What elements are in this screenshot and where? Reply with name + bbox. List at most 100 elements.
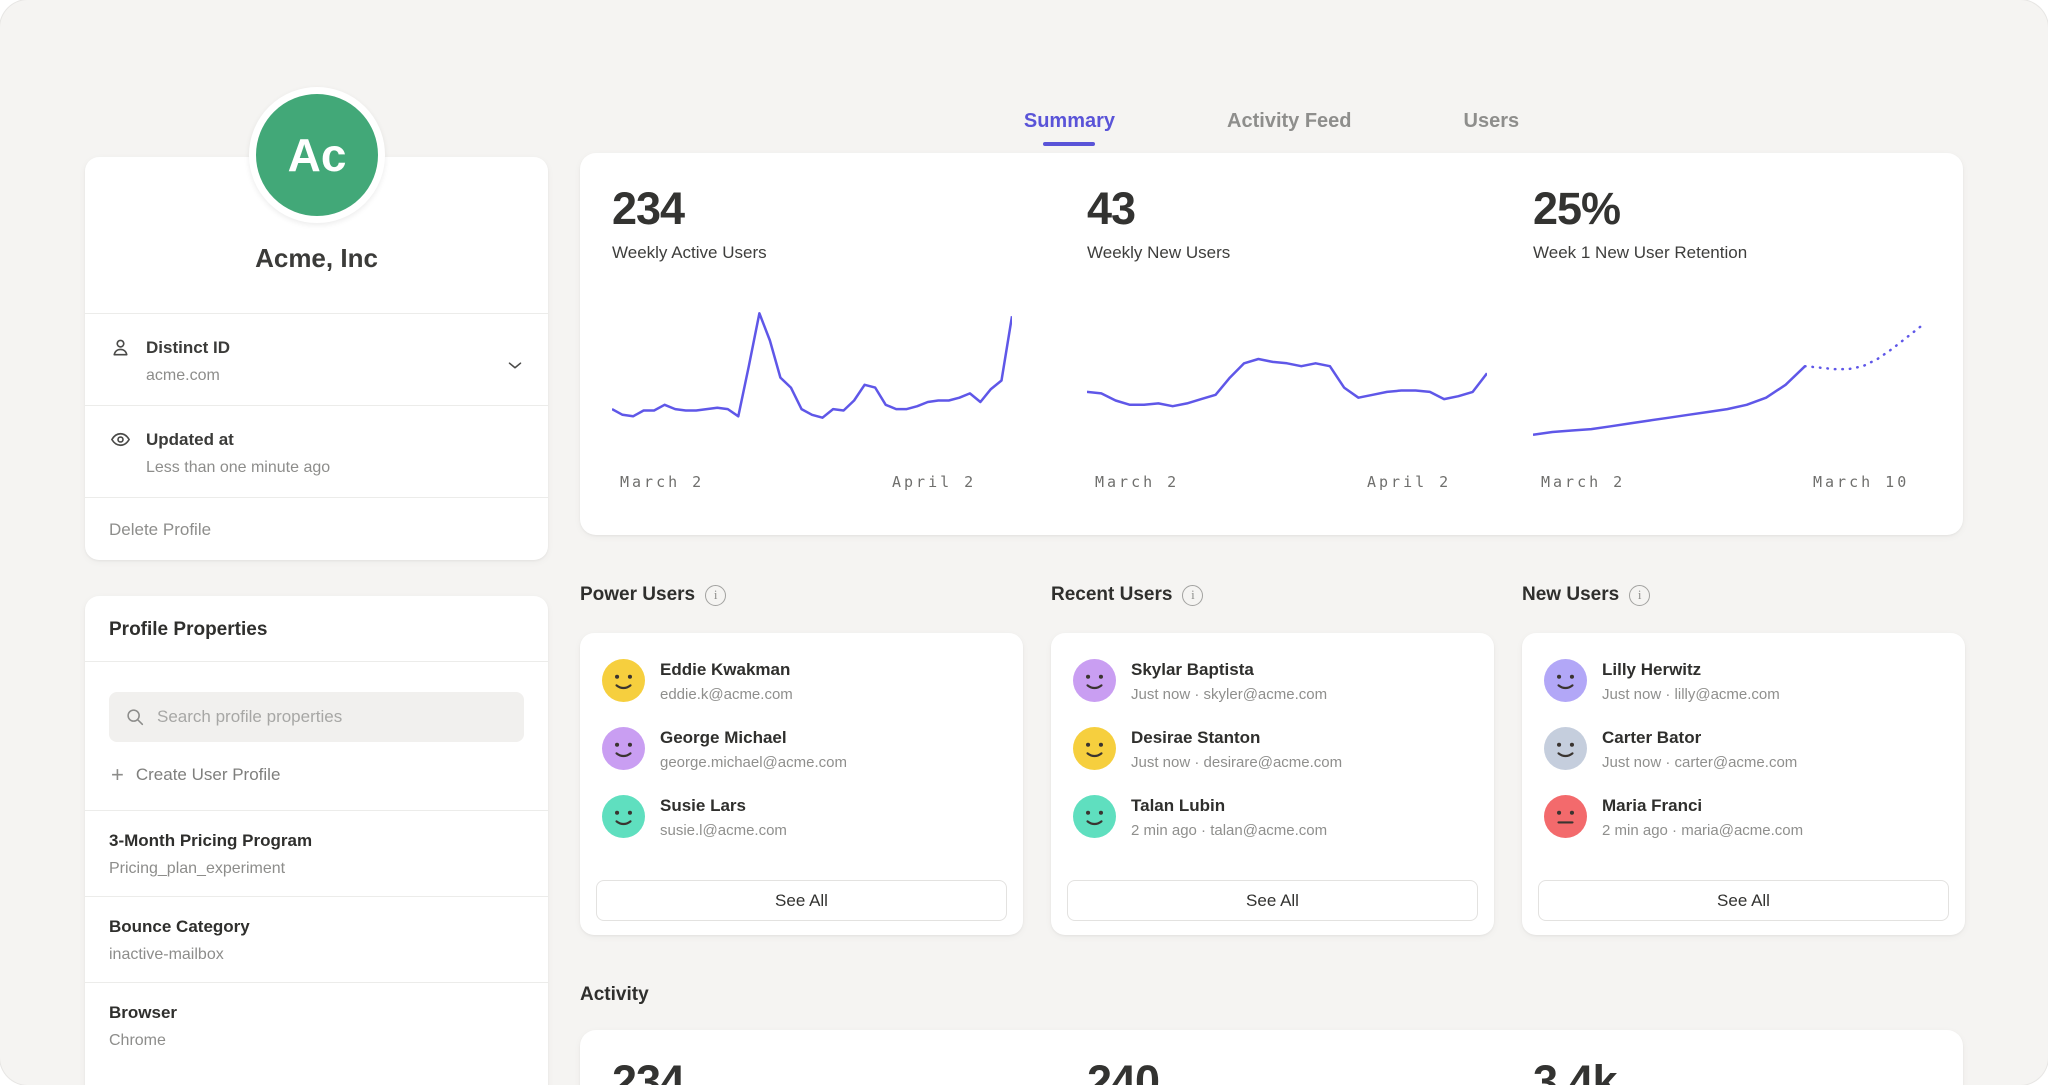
- avatar: [1544, 659, 1587, 702]
- tab-users[interactable]: Users: [1464, 110, 1520, 146]
- user-list-item[interactable]: Desirae Stanton Just now · desirare@acme…: [1073, 727, 1472, 771]
- stat-label: Week 1 New User Retention: [1533, 243, 1933, 263]
- summary-stats-card: 234 Weekly Active Users March 2 April 2 …: [580, 153, 1963, 535]
- delete-profile-button[interactable]: Delete Profile: [85, 497, 548, 562]
- new-users-card: Lilly Herwitz Just now · lilly@acme.com …: [1522, 633, 1965, 935]
- profile-properties-card: Profile Properties + Create User Profile…: [85, 596, 548, 1085]
- info-icon[interactable]: i: [705, 585, 726, 606]
- recent-users-card: Skylar Baptista Just now · skyler@acme.c…: [1051, 633, 1494, 935]
- face-smile: [1088, 821, 1102, 824]
- property-item[interactable]: Browser Chrome: [85, 982, 548, 1068]
- user-list: Eddie Kwakman eddie.k@acme.com George Mi…: [580, 633, 1023, 839]
- user-list-item[interactable]: Talan Lubin 2 min ago · talan@acme.com: [1073, 795, 1472, 839]
- user-name: Desirae Stanton: [1131, 727, 1342, 748]
- updated-at-row: Updated at Less than one minute ago: [85, 405, 548, 497]
- user-list-item[interactable]: Susie Lars susie.l@acme.com: [602, 795, 1001, 839]
- x-axis: March 2 April 2: [612, 473, 1012, 493]
- avatar: [1073, 727, 1116, 770]
- stat-value: 234: [612, 183, 1012, 235]
- activity-stat-value: 240: [1087, 1056, 1487, 1085]
- company-avatar: Ac: [249, 87, 385, 223]
- user-list-item[interactable]: George Michael george.michael@acme.com: [602, 727, 1001, 771]
- info-icon[interactable]: i: [1629, 585, 1650, 606]
- user-subtext: george.michael@acme.com: [660, 754, 847, 771]
- distinct-id-label: Distinct ID: [146, 338, 230, 358]
- property-label: Bounce Category: [109, 917, 524, 937]
- property-value: inactive-mailbox: [109, 946, 524, 964]
- x-axis: March 2 March 10: [1533, 473, 1933, 493]
- property-label: Browser: [109, 1003, 524, 1023]
- chevron-down-icon[interactable]: [504, 354, 526, 381]
- property-value: Pricing_plan_experiment: [109, 860, 524, 878]
- plus-icon: +: [111, 764, 124, 786]
- user-list-item[interactable]: Eddie Kwakman eddie.k@acme.com: [602, 659, 1001, 703]
- updated-at-label: Updated at: [146, 430, 234, 450]
- app-window: Acme, Inc Distinct ID acme.com: [0, 0, 2048, 1085]
- search-icon: [124, 706, 146, 733]
- property-item[interactable]: Bounce Category inactive-mailbox: [85, 896, 548, 982]
- avatar: [602, 727, 645, 770]
- user-list-item[interactable]: Maria Franci 2 min ago · maria@acme.com: [1544, 795, 1943, 839]
- activity-stat-value: 3.4k: [1533, 1056, 1933, 1085]
- retention-sparkline: [1533, 303, 1933, 458]
- power-users-card: Eddie Kwakman eddie.k@acme.com George Mi…: [580, 633, 1023, 935]
- user-list: Skylar Baptista Just now · skyler@acme.c…: [1051, 633, 1494, 839]
- property-item[interactable]: 3-Month Pricing Program Pricing_plan_exp…: [85, 810, 548, 896]
- stat-week1-retention: 25% Week 1 New User Retention March 2 Ma…: [1533, 183, 1933, 263]
- user-name: Talan Lubin: [1131, 795, 1327, 816]
- stat-value: 43: [1087, 183, 1487, 235]
- user-subtext: Just now · desirare@acme.com: [1131, 754, 1342, 771]
- user-name: Maria Franci: [1602, 795, 1803, 816]
- user-list-item[interactable]: Skylar Baptista Just now · skyler@acme.c…: [1073, 659, 1472, 703]
- distinct-id-row[interactable]: Distinct ID acme.com: [85, 313, 548, 405]
- x-tick-start: March 2: [1095, 473, 1179, 491]
- user-subtext: susie.l@acme.com: [660, 822, 787, 839]
- avatar: [1544, 795, 1587, 838]
- face-smile: [1559, 753, 1573, 756]
- see-all-button[interactable]: See All: [1067, 880, 1478, 921]
- stat-value: 25%: [1533, 183, 1933, 235]
- user-list-item[interactable]: Lilly Herwitz Just now · lilly@acme.com: [1544, 659, 1943, 703]
- face-smile: [617, 753, 631, 756]
- x-tick-end: April 2: [1367, 473, 1451, 491]
- user-name: Carter Bator: [1602, 727, 1797, 748]
- section-title: New Users: [1522, 584, 1619, 606]
- avatar: [1544, 727, 1587, 770]
- tab-activity-feed[interactable]: Activity Feed: [1227, 110, 1351, 146]
- distinct-id-value: acme.com: [146, 367, 524, 385]
- user-subtext: 2 min ago · maria@acme.com: [1602, 822, 1803, 839]
- power-users-header: Power Users i: [580, 584, 726, 606]
- search-input[interactable]: [109, 692, 524, 742]
- face-smile: [1088, 753, 1102, 756]
- eye-icon: [109, 428, 132, 451]
- updated-at-value: Less than one minute ago: [146, 459, 524, 477]
- stat-weekly-active-users: 234 Weekly Active Users March 2 April 2: [612, 183, 1012, 263]
- activity-stat-value: 234: [612, 1056, 1012, 1085]
- user-subtext: eddie.k@acme.com: [660, 686, 793, 703]
- see-all-button[interactable]: See All: [596, 880, 1007, 921]
- face-smile: [1088, 685, 1102, 688]
- user-name: Susie Lars: [660, 795, 787, 816]
- create-user-profile-label: Create User Profile: [136, 765, 281, 785]
- see-all-button[interactable]: See All: [1538, 880, 1949, 921]
- user-name: Skylar Baptista: [1131, 659, 1327, 680]
- avatar: [1073, 659, 1116, 702]
- property-value: Chrome: [109, 1032, 524, 1050]
- user-subtext: 2 min ago · talan@acme.com: [1131, 822, 1327, 839]
- new-users-header: New Users i: [1522, 584, 1650, 606]
- weekly-new-users-sparkline: [1087, 303, 1487, 458]
- face-smile: [617, 821, 631, 824]
- avatar: [602, 795, 645, 838]
- section-title: Recent Users: [1051, 584, 1172, 606]
- stat-label: Weekly New Users: [1087, 243, 1487, 263]
- user-list-item[interactable]: Carter Bator Just now · carter@acme.com: [1544, 727, 1943, 771]
- profile-meta-rows: Distinct ID acme.com Updated at Less tha…: [85, 313, 548, 562]
- tab-summary[interactable]: Summary: [1024, 110, 1115, 146]
- info-icon[interactable]: i: [1182, 585, 1203, 606]
- x-tick-end: April 2: [892, 473, 976, 491]
- avatar: [1073, 795, 1116, 838]
- profile-properties-title: Profile Properties: [85, 596, 548, 662]
- create-user-profile-button[interactable]: + Create User Profile: [111, 764, 524, 786]
- tab-bar: Summary Activity Feed Users: [580, 110, 1963, 146]
- user-name: Eddie Kwakman: [660, 659, 793, 680]
